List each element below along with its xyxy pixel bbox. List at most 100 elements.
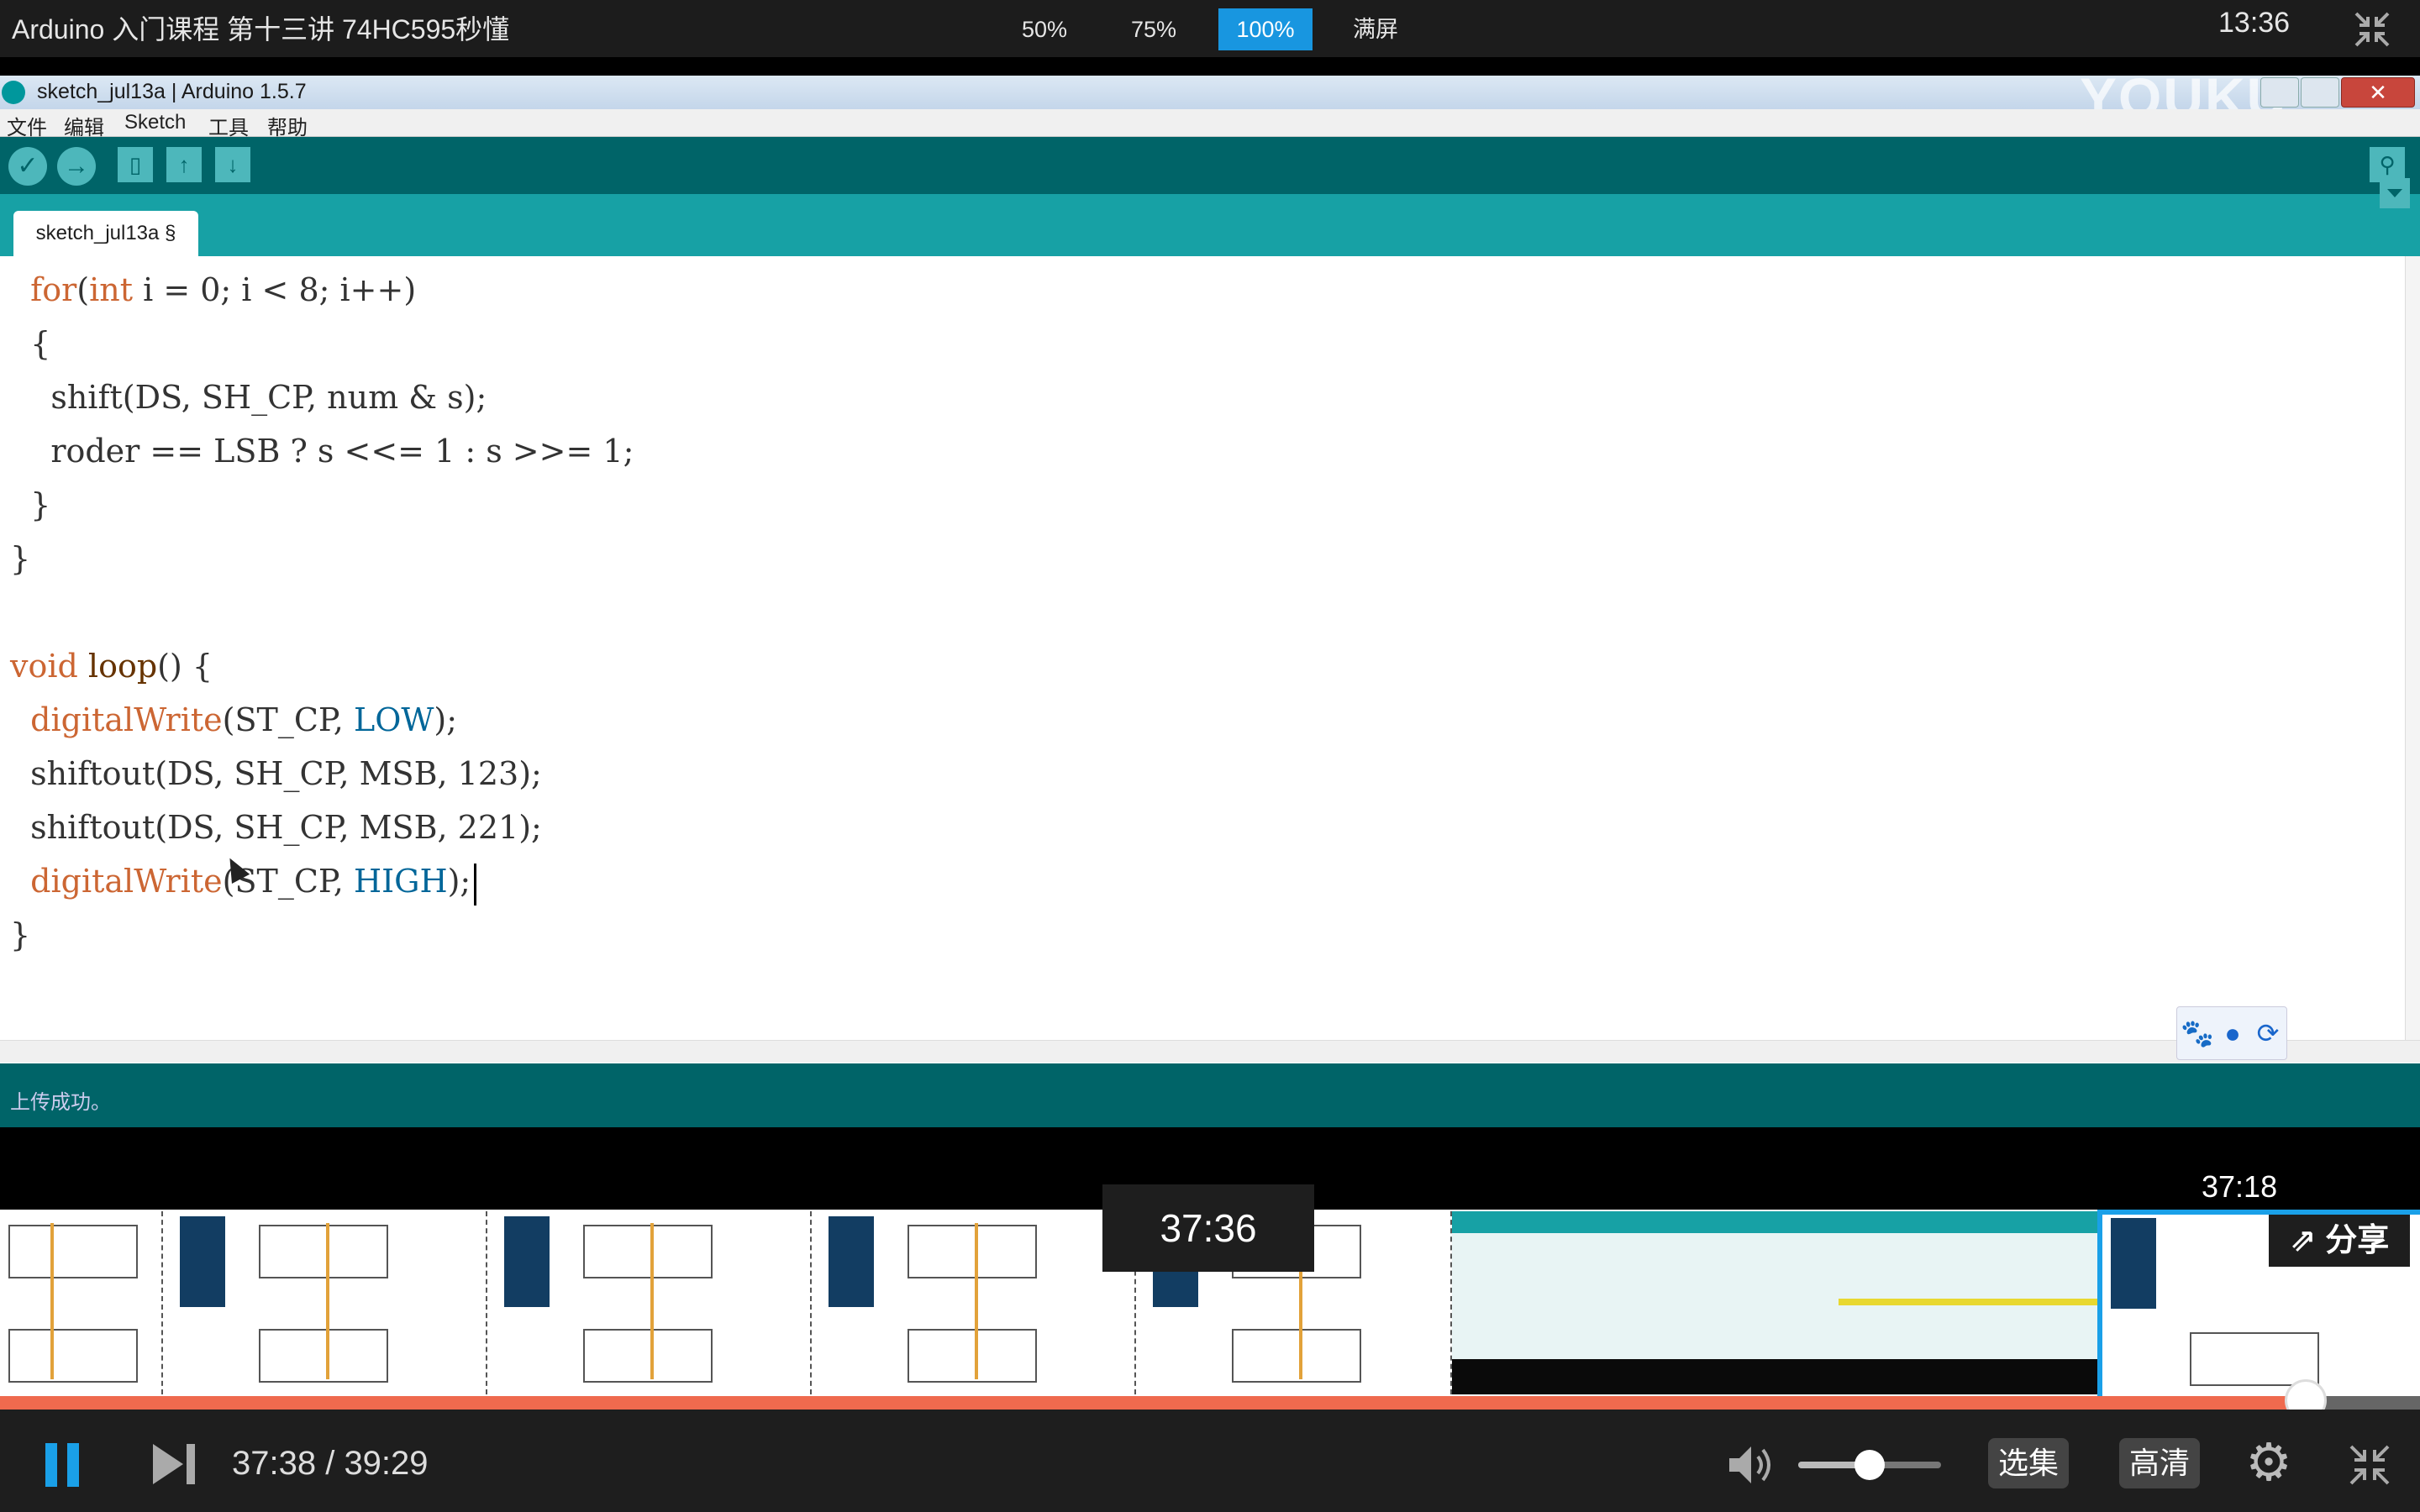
shrink-icon[interactable] [2353, 10, 2391, 49]
code-line: shift(DS, SH_CP, num & s); [10, 379, 487, 416]
close-button[interactable]: ✕ [2341, 77, 2415, 108]
player-top-bar: Arduino 入门课程 第十三讲 74HC595秒懂 50% 75% 100%… [0, 0, 2420, 57]
floating-tool-panel: 🐾 ● ⟳ [2176, 1006, 2287, 1060]
status-message: 上传成功。 [10, 1091, 111, 1114]
next-button[interactable] [153, 1441, 200, 1488]
text-caret [474, 863, 477, 906]
paw-icon[interactable]: 🐾 [2181, 1017, 2214, 1049]
progress-bar[interactable] [0, 1379, 2420, 1421]
menu-bar: 文件 编辑 Sketch 工具 帮助 [0, 109, 2420, 140]
code-line: void loop() { [10, 648, 213, 685]
thumbnail-chip [583, 1225, 713, 1278]
player-controls: 37:38 / 39:29 选集 高清 ⚙ [0, 1410, 2420, 1512]
share-button[interactable]: ⇗ 分享 [2269, 1215, 2410, 1267]
code-line: } [10, 916, 31, 953]
exit-fullscreen-icon[interactable] [2348, 1443, 2391, 1487]
time-display: 37:38 / 39:29 [232, 1445, 429, 1482]
thumbnail[interactable] [0, 1211, 163, 1394]
thumbnail-wire [975, 1223, 978, 1379]
tab-sketch[interactable]: sketch_jul13a § [13, 211, 198, 256]
upload-button[interactable]: → [57, 147, 96, 186]
thumbnail-console [1452, 1359, 2099, 1394]
thumbnail-chip [2190, 1332, 2319, 1386]
new-file-icon: ▯ [129, 152, 142, 177]
code-line: { [10, 325, 51, 362]
vertical-scrollbar[interactable] [2405, 256, 2420, 1042]
thumbnail-highlight [1839, 1299, 2099, 1305]
check-icon: ✓ [17, 152, 39, 180]
maximize-button[interactable] [2301, 77, 2339, 108]
pause-button[interactable] [42, 1443, 86, 1487]
code-line: for(int i = 0; i < 8; i++) [30, 271, 417, 308]
tab-menu-button[interactable] [2380, 178, 2410, 208]
minimize-button[interactable] [2260, 77, 2299, 108]
magnifier-icon: ⚲ [2379, 152, 2396, 177]
serial-monitor-button[interactable]: ⚲ [2370, 147, 2405, 182]
open-file-button[interactable]: ↑ [166, 147, 202, 182]
menu-help[interactable]: 帮助 [267, 111, 308, 140]
zoom-50-button[interactable]: 50% [1008, 8, 1081, 50]
thumbnail-chip [259, 1329, 388, 1383]
video-title: Arduino 入门课程 第十三讲 74HC595秒懂 [12, 14, 510, 45]
status-bar: 上传成功。 [0, 1063, 2420, 1127]
thumbnail-wire [650, 1223, 654, 1379]
new-file-button[interactable]: ▯ [118, 147, 153, 182]
progress-fill [0, 1396, 2306, 1410]
volume-handle[interactable] [1854, 1450, 1885, 1480]
thumbnail-wire [50, 1223, 54, 1379]
thumbnail-wire [326, 1223, 329, 1379]
code-line: } [10, 540, 31, 577]
arrow-down-icon: ↓ [227, 152, 239, 177]
code-editor[interactable]: for(int i = 0; i < 8; i++) { shift(DS, S… [0, 256, 2405, 1042]
hover-time-tooltip: 37:36 [1102, 1184, 1314, 1272]
menu-edit[interactable]: 编辑 [64, 111, 104, 140]
user-icon[interactable]: ● [2216, 1017, 2249, 1049]
ide-toolbar: ✓ → ▯ ↑ ↓ ⚲ [0, 137, 2420, 194]
verify-button[interactable]: ✓ [8, 147, 47, 186]
thumbnail-board [504, 1216, 550, 1307]
thumbnail-chip [908, 1329, 1037, 1383]
code-line: shiftout(DS, SH_CP, MSB, 123); [10, 755, 542, 792]
thumbnail-chip [1232, 1329, 1361, 1383]
code-line: digitalWrite(ST_CP, LOW); [30, 701, 458, 738]
thumbnail-board [2111, 1218, 2156, 1309]
volume-slider[interactable] [1798, 1450, 1941, 1480]
thumbnail[interactable] [487, 1211, 812, 1394]
thumbnail-chip [8, 1329, 138, 1383]
arduino-logo-icon [2, 81, 25, 104]
arrow-up-icon: ↑ [178, 152, 190, 177]
code-line: roder == LSB ? s <<= 1 : s >>= 1; [10, 433, 634, 470]
thumbnail-band [1452, 1211, 2099, 1233]
window-titlebar: sketch_jul13a | Arduino 1.5.7 YOUKU ✕ [0, 66, 2420, 129]
gear-icon[interactable]: ⚙ [2240, 1435, 2297, 1492]
refresh-icon[interactable]: ⟳ [2251, 1017, 2285, 1049]
zoom-100-button[interactable]: 100% [1218, 8, 1313, 50]
share-label: 分享 [2325, 1223, 2390, 1258]
save-file-button[interactable]: ↓ [215, 147, 250, 182]
thumbnail-ide[interactable] [1452, 1211, 2099, 1394]
thumbnail-chip [908, 1225, 1037, 1278]
zoom-fullscreen-button[interactable]: 满屏 [1339, 8, 1412, 50]
code-line: shiftout(DS, SH_CP, MSB, 221); [10, 809, 542, 846]
thumbnail-chip [583, 1329, 713, 1383]
share-icon: ⇗ [2289, 1223, 2326, 1258]
episodes-button[interactable]: 选集 [1988, 1438, 2070, 1488]
thumbnail-chip [259, 1225, 388, 1278]
thumbnail[interactable] [812, 1211, 1136, 1394]
horizontal-scrollbar[interactable] [0, 1040, 2420, 1063]
volume-icon[interactable] [1726, 1440, 1780, 1490]
quality-button[interactable]: 高清 [2119, 1438, 2201, 1488]
code-line: } [10, 486, 51, 523]
thumbnail[interactable] [163, 1211, 487, 1394]
menu-tools[interactable]: 工具 [208, 111, 249, 140]
menu-sketch[interactable]: Sketch [124, 111, 186, 134]
arduino-ide-window: sketch_jul13a | Arduino 1.5.7 YOUKU ✕ 文件… [0, 66, 2420, 1287]
thumbnail-board [180, 1216, 225, 1307]
clock: 13:36 [2218, 7, 2291, 39]
window-title: sketch_jul13a | Arduino 1.5.7 [37, 80, 307, 103]
arrow-right-icon: → [64, 152, 89, 180]
zoom-75-button[interactable]: 75% [1118, 8, 1190, 50]
thumbnail-board [829, 1216, 874, 1307]
menu-file[interactable]: 文件 [7, 111, 47, 140]
thumbnail-chip [8, 1225, 138, 1278]
